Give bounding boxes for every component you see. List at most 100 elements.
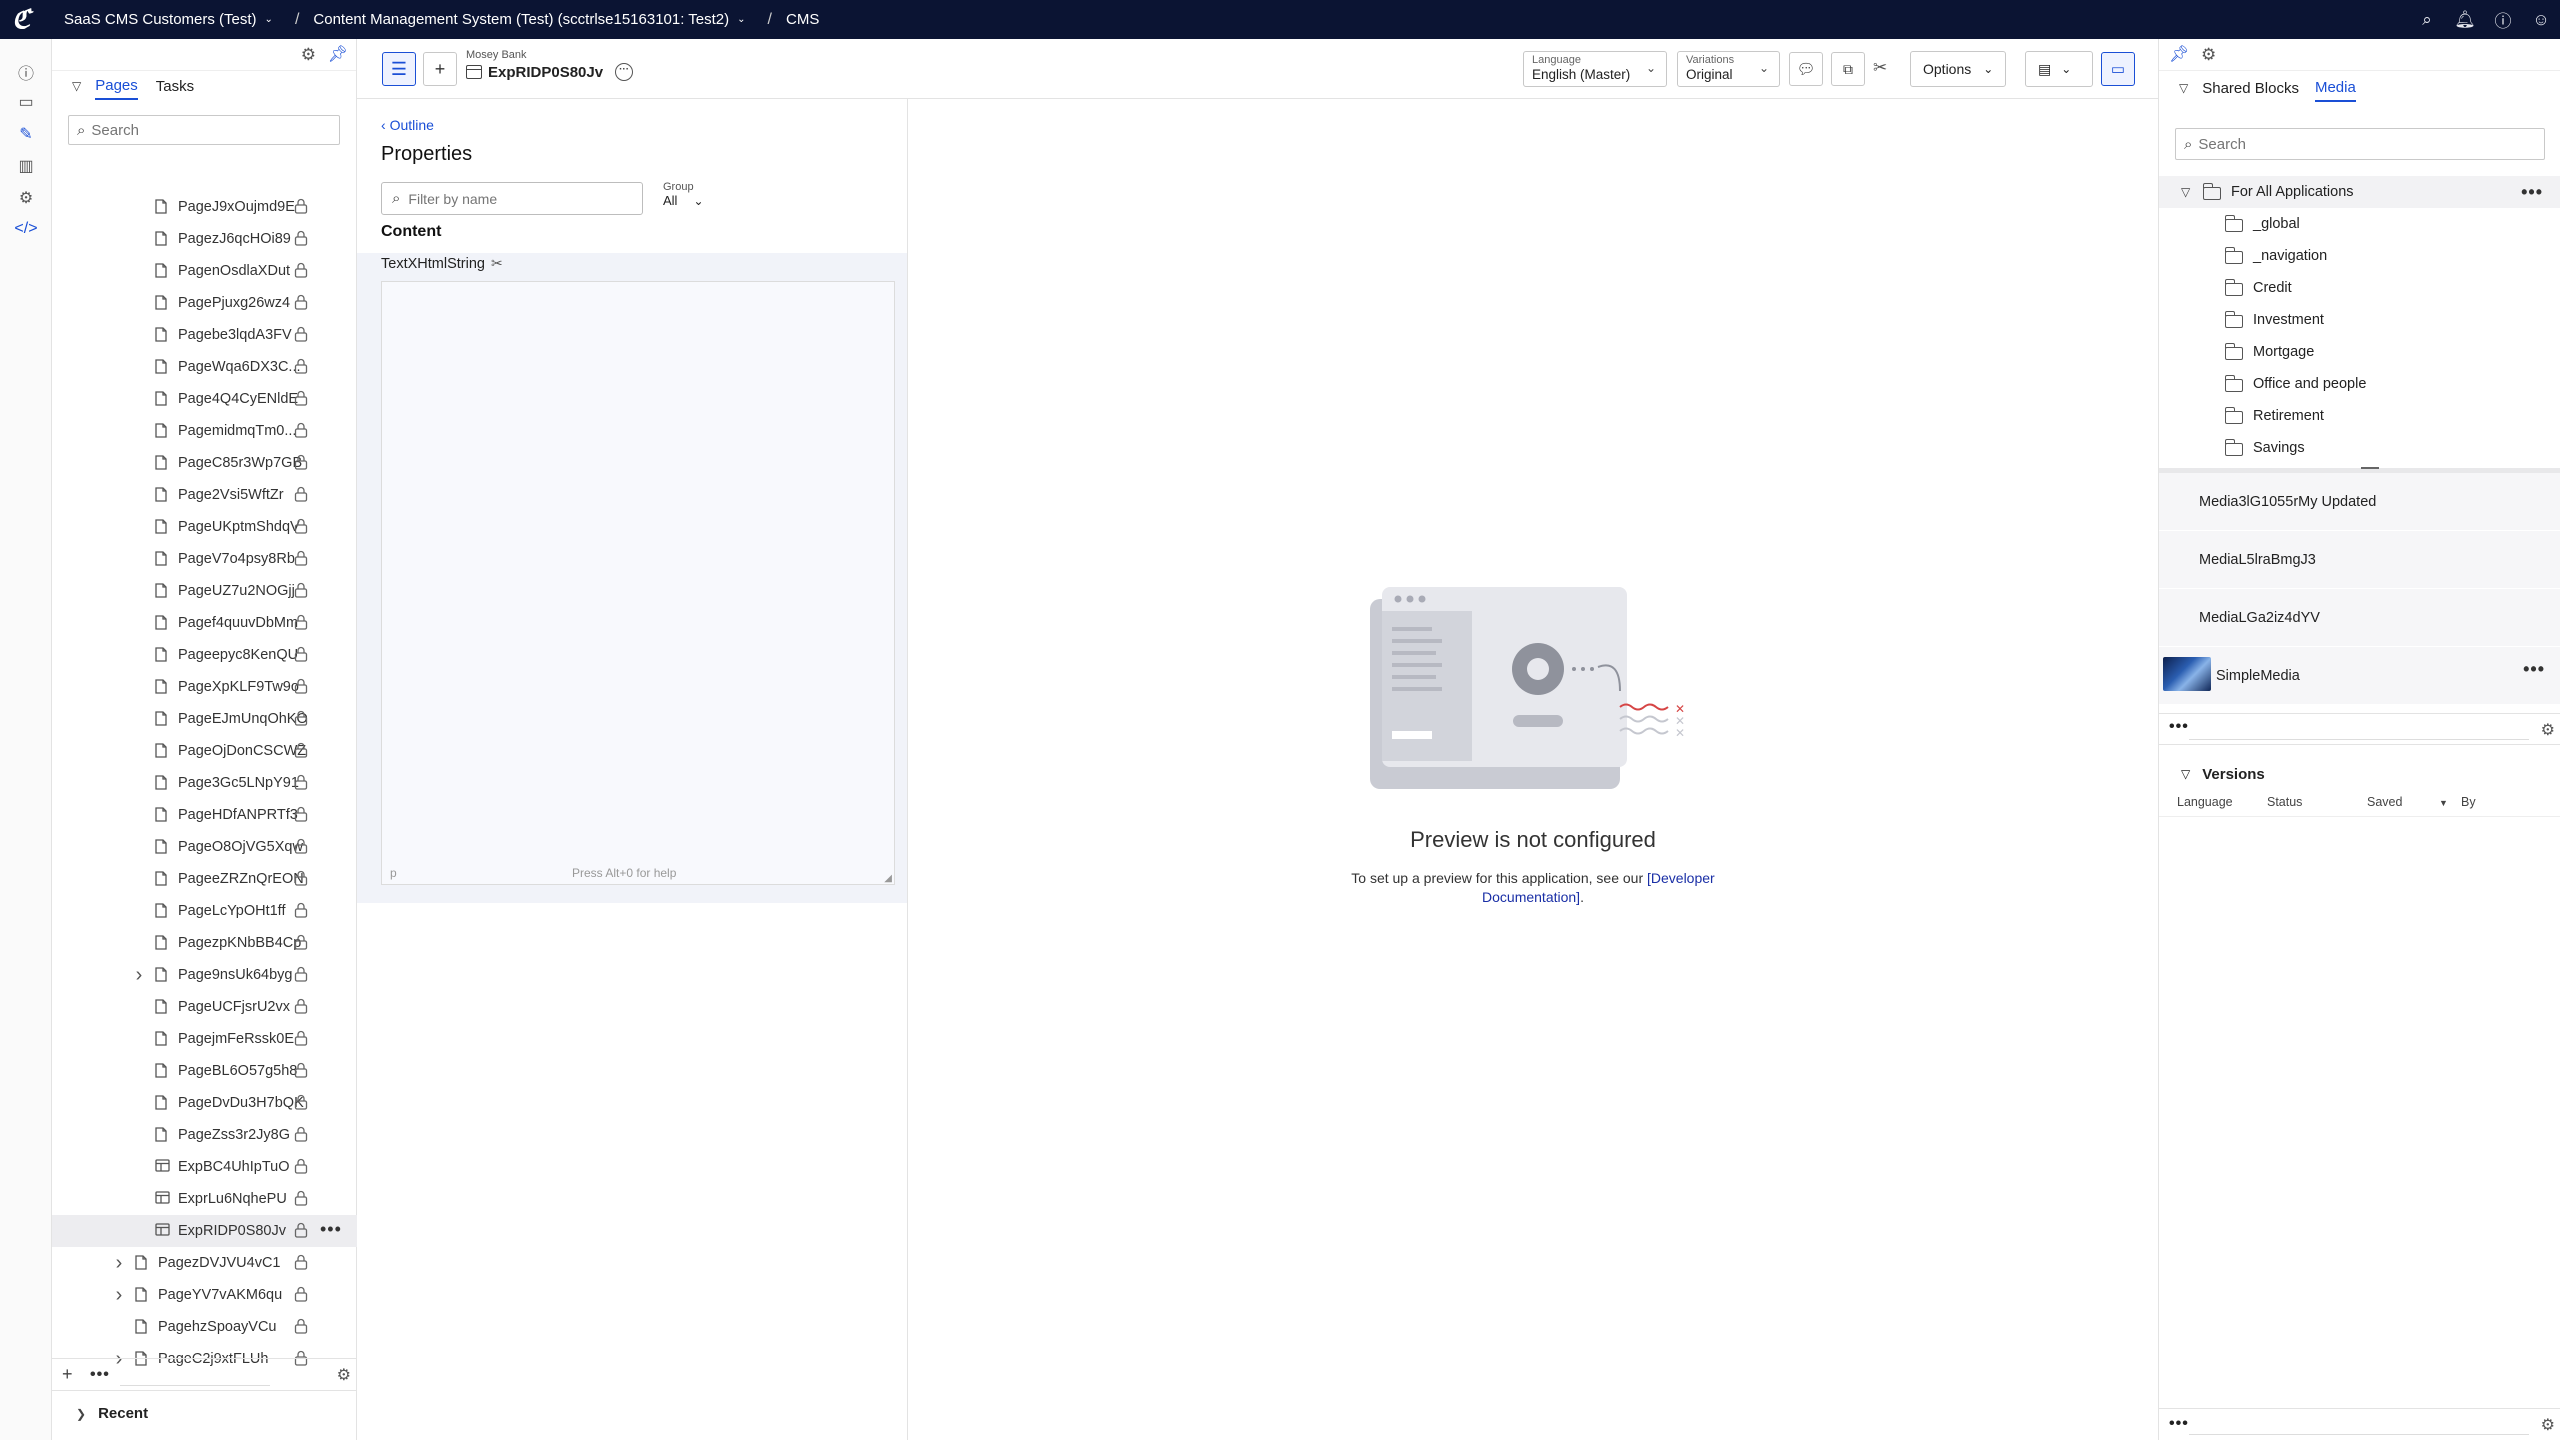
tree-item[interactable]: PageC85r3Wp7GB (52, 447, 357, 479)
tree-filter-field[interactable] (119, 1364, 270, 1386)
folder-item[interactable]: Investment (2159, 304, 2560, 336)
tree-search[interactable]: ⌕ (68, 115, 340, 145)
tree-item[interactable]: Page2Vsi5WftZr (52, 479, 357, 511)
media-item[interactable]: Media3lG1055rMy Updated (2159, 473, 2560, 531)
tab-media[interactable]: Media (2314, 75, 2356, 102)
options-button[interactable]: Options ⌄ (1910, 51, 2007, 87)
gear-icon[interactable]: ⚙ (2541, 1415, 2555, 1435)
tree-item[interactable]: PagejmFeRssk0E (52, 1023, 357, 1055)
folder-root[interactable]: ▽ For All Applications ••• (2159, 176, 2560, 208)
gear-icon[interactable]: ⚙ (2201, 45, 2216, 65)
tab-pages[interactable]: Pages (95, 73, 138, 100)
tree-item[interactable]: PageeZRZnQrEON (52, 863, 357, 895)
search-icon[interactable]: ⌕ (2408, 10, 2446, 30)
language-select[interactable]: Language English (Master) ⌄ (1523, 51, 1667, 87)
tree-item[interactable]: PagezpKNbBB4Cp (52, 927, 357, 959)
pin-icon[interactable]: 📌︎ (2169, 44, 2189, 64)
folder-item[interactable]: Retirement (2159, 400, 2560, 432)
tree-item[interactable]: › PagezDVJVU4vC1 (52, 1247, 357, 1279)
folder-item[interactable]: _global (2159, 208, 2560, 240)
more-icon[interactable]: ••• (2521, 182, 2543, 203)
assets-search-input[interactable] (2198, 135, 2529, 153)
property-filter-input[interactable] (408, 190, 629, 207)
variations-select[interactable]: Variations Original ⌄ (1677, 51, 1780, 87)
media-item[interactable]: MediaL5lraBmgJ3 (2159, 531, 2560, 589)
info-icon[interactable]: ⓘ (14, 60, 38, 84)
column-by[interactable]: By (2461, 795, 2476, 809)
column-status[interactable]: Status (2267, 795, 2302, 809)
tree-item[interactable]: Page4Q4CyENldE (52, 383, 357, 415)
column-language[interactable]: Language (2177, 795, 2233, 809)
folder-item[interactable]: _navigation (2159, 240, 2560, 272)
splitter-grip[interactable] (2361, 467, 2379, 469)
tree-item[interactable]: PageHDfANPRTf3 (52, 799, 357, 831)
media-item[interactable]: MediaLGa2iz4dYV (2159, 589, 2560, 647)
tab-shared-blocks[interactable]: Shared Blocks (2202, 76, 2299, 101)
resize-handle-icon[interactable]: ◢ (884, 873, 892, 884)
tree-item[interactable]: PageOjDonCSCWZ (52, 735, 357, 767)
recent-section[interactable]: ❯ Recent (52, 1390, 357, 1436)
chevron-right-icon[interactable]: › (112, 1252, 126, 1275)
folder-item[interactable]: Mortgage (2159, 336, 2560, 368)
more-options-icon[interactable]: ··· (615, 63, 634, 81)
tree-item[interactable]: › Page9nsUk64byg (52, 959, 357, 991)
tree-item[interactable]: PageEJmUnqOhKO (52, 703, 357, 735)
tree-search-input[interactable] (91, 121, 332, 139)
optimizely-logo-icon[interactable]: ℭ (0, 0, 42, 39)
tree-item[interactable]: › PageYV7vAKM6qu (52, 1279, 357, 1311)
tree-item[interactable]: PageXpKLF9Tw9o (52, 671, 357, 703)
tools-icon[interactable]: ✂ (1873, 58, 1887, 78)
add-button[interactable]: + (423, 52, 457, 86)
property-filter[interactable]: ⌕ (381, 182, 643, 215)
tree-item[interactable]: PageLcYpOHt1ff (52, 895, 357, 927)
tree-item[interactable]: ExprLu6NqhePU (52, 1183, 357, 1215)
tree-item[interactable]: PageDvDu3H7bQK (52, 1087, 357, 1119)
chevron-right-icon[interactable]: › (132, 964, 146, 987)
tree-item[interactable]: PagePjuxg26wz4 (52, 287, 357, 319)
assets-search[interactable]: ⌕ (2175, 128, 2545, 160)
chevron-down-icon[interactable]: ▽ (2181, 185, 2190, 199)
comments-button[interactable]: 💬︎ (1789, 52, 1823, 86)
tree-item[interactable]: ExpBC4UhIpTuO (52, 1151, 357, 1183)
tree-item[interactable]: PageUKptmShdqV (52, 511, 357, 543)
tree-item[interactable]: PageBL6O57g5h8 (52, 1055, 357, 1087)
rich-text-editor[interactable]: p Press Alt+0 for help ◢ (381, 281, 895, 885)
more-icon[interactable]: ••• (2169, 1415, 2189, 1433)
more-icon[interactable]: ••• (2169, 718, 2189, 736)
edit-icon[interactable]: ✎ (14, 124, 38, 148)
tree-item[interactable]: ExpRIDP0S80Jv ••• (52, 1215, 357, 1247)
folder-item[interactable]: Office and people (2159, 368, 2560, 400)
tree-item[interactable]: PageJ9xOujmd9E (52, 191, 357, 223)
group-select[interactable]: Group All ⌄ (663, 181, 704, 208)
add-icon[interactable]: + (62, 1364, 84, 1385)
versions-filter-field[interactable] (2189, 1413, 2529, 1435)
outline-link[interactable]: ‹ Outline (381, 117, 434, 133)
chevron-right-icon[interactable]: › (112, 1284, 126, 1307)
tree-item[interactable]: PageV7o4psy8Rb (52, 543, 357, 575)
tree-item[interactable]: PageZss3r2Jy8G (52, 1119, 357, 1151)
tree-item[interactable]: PagezJ6qcHOi89 (52, 223, 357, 255)
breadcrumb-item[interactable]: CMS (786, 11, 819, 28)
more-icon[interactable]: ••• (2523, 659, 2545, 680)
tree-item[interactable]: Pagef4quuvDbMm (52, 607, 357, 639)
outline-toggle-button[interactable]: ☰ (382, 52, 416, 86)
user-icon[interactable]: ☺ (2522, 10, 2560, 30)
folder-icon[interactable]: ▭ (14, 92, 38, 116)
folder-item[interactable]: Credit (2159, 272, 2560, 304)
tree-item[interactable]: Pageepyc8KenQU (52, 639, 357, 671)
media-item[interactable]: SimpleMedia ••• (2159, 647, 2560, 705)
tree-item[interactable]: PagemidmqTm0... (52, 415, 357, 447)
chevron-down-icon[interactable]: ▽ (72, 79, 81, 93)
tab-tasks[interactable]: Tasks (156, 74, 194, 99)
bell-icon[interactable]: 🔔︎ (2446, 10, 2484, 30)
chevron-down-icon[interactable]: ▽ (2179, 81, 2188, 95)
tree-item[interactable]: PageUCFjsrU2vx (52, 991, 357, 1023)
tree-item[interactable]: PagehzSpoayVCu (52, 1311, 357, 1343)
media-filter-field[interactable] (2189, 718, 2529, 740)
assets-pane-toggle[interactable]: ▭ (2101, 52, 2135, 86)
gear-icon[interactable]: ⚙ (337, 1365, 351, 1385)
pin-icon[interactable]: 📌︎ (328, 44, 348, 64)
reports-icon[interactable]: ▥ (14, 156, 38, 180)
more-icon[interactable]: ••• (320, 1219, 342, 1240)
help-icon[interactable]: ⓘ (2484, 7, 2522, 32)
